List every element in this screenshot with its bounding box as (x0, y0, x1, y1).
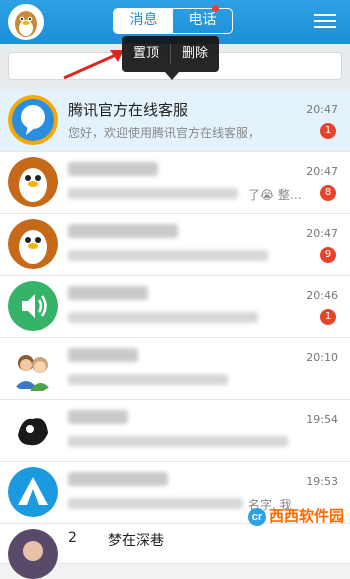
blurred-message (68, 250, 268, 261)
unread-badge: 8 (320, 185, 336, 201)
list-item[interactable]: 20:46 1 (0, 276, 350, 338)
list-item[interactable]: 19:54 (0, 400, 350, 462)
blurred-message (68, 374, 228, 385)
site-watermark: cr 西西软件园 (247, 505, 344, 526)
message-time: 19:54 (306, 413, 338, 426)
tab-calls[interactable]: 电话 (173, 9, 232, 33)
blurred-message (68, 312, 258, 323)
contact-prefix: 2 (68, 530, 77, 546)
contact-name: 梦在深巷 (108, 533, 164, 549)
list-item[interactable]: 2 梦在深巷 (0, 524, 350, 579)
list-item[interactable]: 腾讯官方在线客服 您好，欢迎使用腾讯官方在线客服， 20:47 1 (0, 90, 350, 152)
delete-button[interactable]: 删除 (171, 36, 219, 72)
blurred-message (68, 436, 288, 447)
tencent-service-avatar (8, 95, 58, 145)
contact-name: 腾讯官方在线客服 (68, 101, 189, 119)
conversation-list: 腾讯官方在线客服 您好，欢迎使用腾讯官方在线客服， 20:47 1 了😭 整… … (0, 90, 350, 579)
blurred-message (68, 498, 243, 509)
blurred-name (68, 410, 128, 424)
unread-dot (212, 5, 219, 12)
blurred-name (68, 286, 148, 300)
penguin-avatar (8, 157, 58, 207)
list-item[interactable]: 了😭 整… 20:47 8 (0, 152, 350, 214)
list-item[interactable]: 20:10 (0, 338, 350, 400)
hamburger-menu-icon[interactable] (314, 11, 336, 31)
blurred-message (68, 188, 238, 199)
message-time: 20:46 (306, 289, 338, 302)
message-time: 19:53 (306, 475, 338, 488)
message-time: 20:47 (306, 227, 338, 240)
unread-badge: 9 (320, 247, 336, 263)
couple-avatar (8, 343, 58, 393)
user-avatar[interactable] (8, 4, 44, 40)
tab-messages[interactable]: 消息 (114, 9, 173, 33)
message-preview: 了😭 整… (248, 188, 302, 202)
popup-pointer (165, 72, 179, 80)
unread-badge: 1 (320, 309, 336, 325)
inkblot-avatar (8, 405, 58, 455)
tent-avatar (8, 467, 58, 517)
watermark-text: 西西软件园 (268, 507, 344, 525)
unread-badge: 1 (320, 123, 336, 139)
context-menu: 置顶 删除 (122, 36, 219, 72)
message-preview: 您好，欢迎使用腾讯官方在线客服， (68, 126, 261, 140)
list-item[interactable]: 20:47 9 (0, 214, 350, 276)
message-time: 20:47 (306, 165, 338, 178)
red-arrow-icon (63, 50, 124, 80)
message-time: 20:47 (306, 103, 338, 116)
watermark-logo: cr (247, 508, 266, 526)
blurred-name (68, 472, 168, 486)
blurred-name (68, 348, 138, 362)
message-time: 20:10 (306, 351, 338, 364)
penguin-avatar (8, 219, 58, 269)
speaker-avatar (8, 281, 58, 331)
pin-to-top-button[interactable]: 置顶 (122, 36, 170, 72)
girl-avatar (8, 529, 58, 579)
blurred-name (68, 162, 158, 176)
blurred-name (68, 224, 178, 238)
